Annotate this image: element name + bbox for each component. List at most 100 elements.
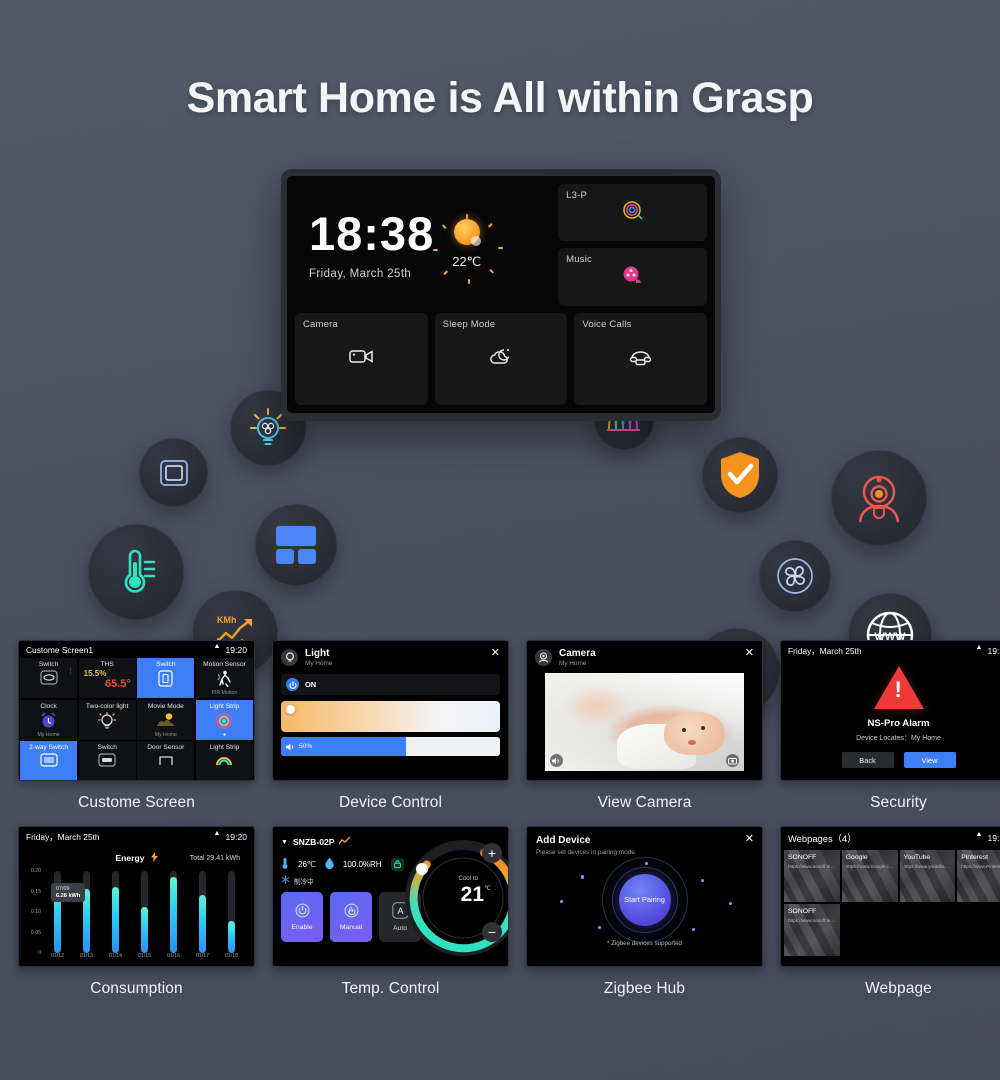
webpage-tile[interactable]: YouTube https://www.youtube.co... (899, 850, 956, 902)
tablet-device: 18:38 Friday, March 25th 22℃ L3-P Music … (281, 169, 721, 421)
device-tile[interactable]: THS 15.5% 65.5° (78, 658, 136, 698)
webpage-tile[interactable]: Google https://www.Google.com/ (841, 850, 898, 902)
tile-voice-calls[interactable]: Voice Calls (574, 312, 708, 405)
camera-feed[interactable] (545, 673, 744, 771)
switch2-icon (39, 753, 58, 772)
tile-l3p[interactable]: L3-P (558, 184, 707, 242)
wifi-icon (213, 830, 221, 840)
clock-date: Friday, March 25th (309, 267, 412, 280)
tile-sub: PIR Motion (211, 690, 238, 696)
alert-triangle-icon (873, 666, 924, 709)
button-label: Enable (291, 924, 313, 931)
lock-icon[interactable] (390, 857, 404, 871)
screenshot-custom-screen[interactable]: Custome Screen1 19:20 Switch ⋮ THS15.5%65… (18, 640, 255, 781)
snapshot-icon[interactable] (726, 754, 739, 767)
feature-grid: Custome Screen1 19:20 Switch ⋮ THS15.5%65… (0, 640, 1000, 998)
page-title: Smart Home is All within Grasp (186, 74, 814, 122)
tile-name: 2-way Switch (29, 744, 68, 751)
feature-caption: Custome Screen (78, 794, 195, 811)
screenshot-zigbee-hub[interactable]: Add Device Please set devices in pairing… (526, 826, 763, 967)
tile-sub: ● (222, 731, 226, 738)
color-temperature-slider[interactable] (281, 701, 500, 732)
device-tile[interactable]: Switch ⋮ (20, 658, 78, 698)
device-title: Light (305, 648, 330, 659)
device-tile[interactable]: Light Strip (195, 741, 253, 780)
switch-panel-icon (158, 670, 173, 692)
device-tile[interactable]: Switch ⋮ (137, 658, 195, 698)
speaker-icon[interactable] (550, 754, 563, 767)
bar-column[interactable] (141, 871, 148, 953)
enable-button[interactable]: Enable (281, 892, 323, 942)
chevron-down-icon[interactable]: ▼ (281, 839, 288, 846)
webpage-tile[interactable]: Pinterest https://www.Pinterest.te... (957, 850, 1000, 902)
power-row[interactable]: ON (281, 674, 500, 695)
alarm-clock-icon (40, 711, 57, 734)
bar-column[interactable] (199, 871, 206, 953)
screenshot-security[interactable]: Friday，March 25th 19:20 NS-Pro Alarm Dev… (780, 640, 1000, 781)
wifi-icon (975, 831, 983, 841)
webpage-name: Pinterest (961, 854, 989, 861)
weather-widget: 22℃ (432, 214, 503, 285)
minus-button[interactable]: − (482, 922, 502, 942)
pairing-animation: Start Pairing (527, 856, 762, 944)
x-tick: 01/15 (138, 953, 151, 959)
webpage-tile[interactable]: SONOFF https://www.sonoff.tech/ (784, 904, 840, 956)
status-date: Friday，March 25th (788, 646, 862, 656)
tile-music[interactable]: Music (558, 248, 707, 306)
power-icon (295, 903, 310, 920)
webpage-name: SONOFF (788, 854, 817, 861)
feature-caption: Webpage (865, 980, 932, 997)
device-tile[interactable]: Two-color light (78, 699, 136, 740)
screenshot-temp-control[interactable]: ▼ SNZB-02P 26℃ 100.0%RH 制冷中 Enable Manua… (272, 826, 509, 967)
bulb-icon (98, 711, 117, 735)
device-tile[interactable]: Movie Mode My Home (137, 699, 195, 740)
cool-to-unit: ℃ (484, 886, 491, 892)
feature-row-2: Friday，March 25th 19:20 Energy Total 29.… (18, 826, 1000, 998)
more-dots[interactable]: ⋮ (184, 668, 191, 675)
tile-sleep-mode[interactable]: Sleep Mode (434, 312, 568, 405)
more-dots[interactable]: ⋮ (67, 668, 74, 675)
close-icon[interactable]: ✕ (745, 834, 754, 845)
device-tile[interactable]: Clock My Home (20, 699, 78, 740)
svg-text:KMh: KMh (217, 615, 237, 625)
y-tick: 0.20 (30, 868, 41, 874)
view-button[interactable]: View (903, 752, 956, 768)
y-tick: 0 (38, 950, 41, 956)
bar-column[interactable] (112, 871, 119, 953)
screen-title: Custome Screen1 (26, 645, 94, 655)
device-tile[interactable]: 2-way Switch (20, 741, 78, 780)
power-state: ON (305, 680, 317, 689)
feature-view-camera: Camera My Home ✕ View Camera (526, 640, 763, 812)
tile-camera[interactable]: Camera (295, 312, 428, 405)
device-tile[interactable]: Motion Sensor PIR Motion (195, 658, 253, 698)
door-icon (158, 753, 174, 772)
screenshot-view-camera[interactable]: Camera My Home ✕ (526, 640, 763, 781)
x-tick: 01/13 (80, 953, 93, 959)
close-icon[interactable]: ✕ (491, 648, 500, 659)
close-icon[interactable]: ✕ (745, 648, 754, 659)
webpage-url: https://www.Pinterest.te... (961, 864, 1000, 869)
screenshot-webpage[interactable]: Webpages（4） 19:20 SONOFF https://www.sono… (780, 826, 1000, 967)
screenshot-device-control[interactable]: Light My Home ✕ ON 50% (272, 640, 509, 781)
bar-column[interactable] (228, 871, 235, 953)
chart-icon[interactable] (338, 833, 351, 851)
brightness-slider[interactable]: 50% (281, 737, 500, 756)
snowflake-icon (281, 875, 290, 886)
bar-column[interactable] (170, 871, 177, 953)
back-button[interactable]: Back (841, 752, 894, 768)
screenshot-consumption[interactable]: Friday，March 25th 19:20 Energy Total 29.… (18, 826, 255, 967)
manual-button[interactable]: Manual (330, 892, 372, 942)
device-tile[interactable]: Switch (78, 741, 136, 780)
dialog-title: Add Device (536, 835, 591, 846)
slider-knob[interactable] (286, 705, 295, 714)
device-tile[interactable]: Light Strip ● (195, 699, 253, 740)
plus-button[interactable]: + (482, 843, 502, 863)
device-tile[interactable]: Door Sensor (137, 741, 195, 780)
webpage-tile[interactable]: SONOFF https://www.sonoff.tech/ (784, 850, 840, 902)
feature-caption: Security (870, 794, 927, 811)
feature-zigbee-hub: Add Device Please set devices in pairing… (526, 826, 763, 998)
sun-icon (432, 214, 503, 285)
tile-name: Light Strip (209, 702, 240, 710)
x-tick: 01/14 (109, 953, 122, 959)
tile-name: Two-color light (85, 702, 129, 710)
